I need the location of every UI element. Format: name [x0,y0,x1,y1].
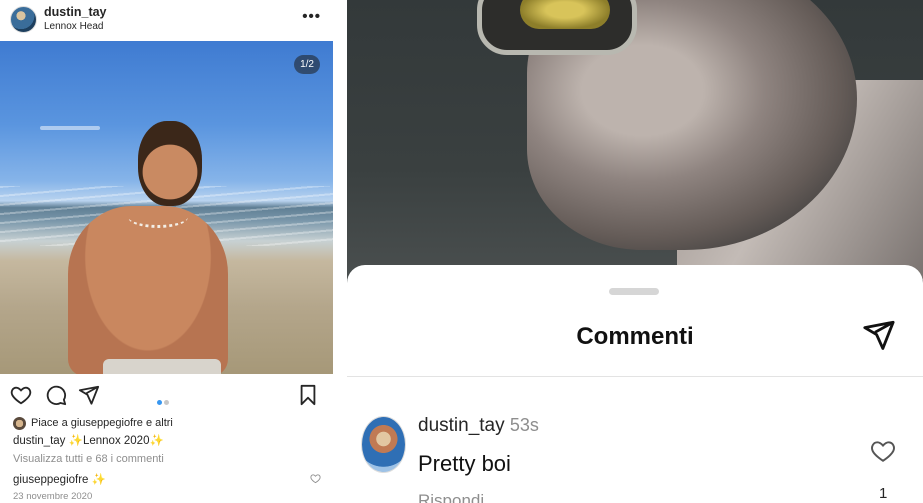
comment-like-count: 1 [879,485,888,502]
heart-icon[interactable] [870,438,896,464]
divider [347,376,923,377]
preview-comment-username[interactable]: giuseppegiofre [13,474,88,486]
post-photo[interactable]: 1/2 [0,41,333,374]
comments-panel: Commenti dustin_tay 53s Pretty boi Rispo… [347,0,923,503]
avatar[interactable] [10,6,37,33]
more-horizontal-icon[interactable]: ••• [302,8,321,25]
comment-time: 53s [509,415,539,435]
comment-username[interactable]: dustin_tay [418,415,505,436]
photo-person-body [68,206,228,374]
likes-row[interactable]: Piace a giuseppegiofre e altri [13,416,173,430]
caption-username[interactable]: dustin_tay [13,435,65,447]
photo-shorts [103,359,221,374]
comment-text: Pretty boi [418,451,511,476]
caption-text: ✨Lennox 2020✨ [68,435,164,447]
carousel-dot-active [157,400,162,405]
photo-cloud [40,126,100,130]
carousel-dots [157,392,171,410]
view-all-comments-link[interactable]: Visualizza tutti e 68 i commenti [13,453,164,465]
comments-sheet: Commenti dustin_tay 53s Pretty boi Rispo… [347,265,923,503]
photo-person-head [138,121,202,206]
reply-button[interactable]: Rispondi [418,491,484,503]
post-actions [0,380,333,408]
image-counter: 1/2 [294,55,320,74]
post-header: dustin_tay Lennox Head ••• [0,0,333,40]
post-username[interactable]: dustin_tay [44,5,107,19]
share-icon[interactable] [862,318,896,352]
carousel-dot [164,400,169,405]
comment-icon[interactable] [45,384,67,406]
background-photo [347,0,923,280]
avatar[interactable] [361,416,406,473]
sheet-title: Commenti [576,323,694,350]
preview-comment-text: ✨ [91,474,106,486]
heart-icon[interactable] [10,384,32,406]
sheet-drag-handle[interactable] [609,288,659,295]
preview-comment: giuseppegiofre ✨ [13,472,106,486]
comment-header: dustin_tay 53s [418,415,539,437]
comment-like-icon[interactable] [310,473,321,484]
post-panel: dustin_tay Lennox Head ••• 1/2 Piace a g… [0,0,333,503]
share-icon[interactable] [78,384,100,406]
bookmark-icon[interactable] [297,384,319,406]
photo-sunglasses [477,0,637,55]
liker-avatar [13,416,26,430]
post-location[interactable]: Lennox Head [44,21,104,32]
post-date: 23 novembre 2020 [13,491,93,502]
likes-text: Piace a giuseppegiofre e altri [31,417,173,429]
photo-necklace [128,206,188,228]
caption: dustin_tay ✨Lennox 2020✨ [13,433,164,447]
